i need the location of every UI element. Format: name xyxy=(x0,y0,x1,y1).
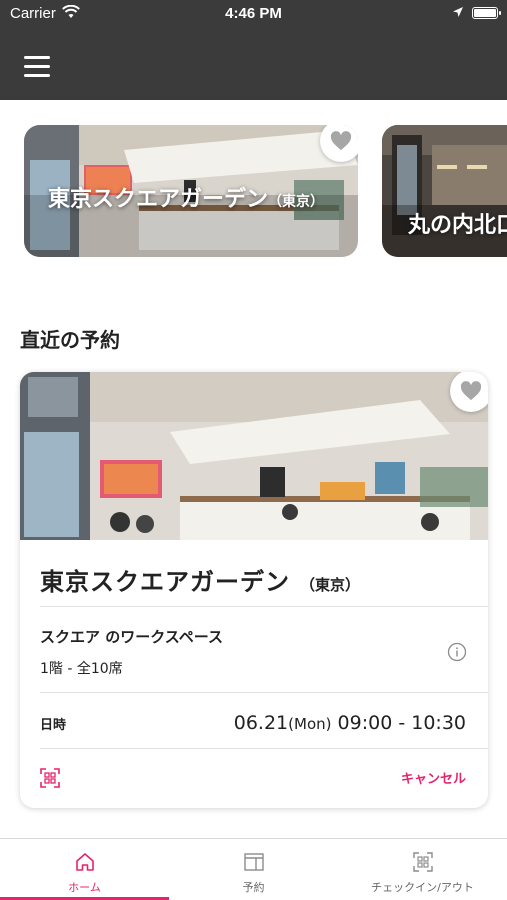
featured-card-title: 丸の内北口 xyxy=(408,213,507,238)
venue-photo xyxy=(20,372,488,540)
reservation-time: 09:00 - 10:30 xyxy=(337,712,466,734)
clock: 4:46 PM xyxy=(225,5,282,22)
recent-reservations-heading: 直近の予約 xyxy=(20,328,120,352)
featured-card-area: （東京） xyxy=(268,194,325,210)
cancel-button[interactable]: キャンセル xyxy=(401,768,466,787)
tab-checkin-out[interactable]: チェックイン/アウト xyxy=(338,839,507,900)
reservation-datetime: 06.21(Mon) 09:00 - 10:30 xyxy=(234,712,466,734)
reservation-weekday: (Mon) xyxy=(288,715,332,733)
heart-icon xyxy=(330,131,352,151)
seat-info: 1階 - 全10席 xyxy=(40,661,123,677)
workspace-name: スクエア のワークスペース xyxy=(40,628,223,646)
divider xyxy=(40,692,488,693)
qr-code-icon[interactable] xyxy=(40,768,60,788)
menu-icon[interactable] xyxy=(24,56,50,78)
location-arrow-icon xyxy=(453,7,463,17)
reservation-card[interactable]: 東京スクエアガーデン （東京） スクエア のワークスペース 1階 - 全10席 日… xyxy=(20,372,488,808)
featured-card-name: 東京スクエアガーデン xyxy=(48,187,269,212)
reservation-venue-title: 東京スクエアガーデン （東京） xyxy=(40,562,360,597)
reservation-venue-area: （東京） xyxy=(300,576,361,594)
home-icon xyxy=(76,853,94,871)
info-icon[interactable] xyxy=(447,642,467,662)
navigation-bar xyxy=(0,28,507,100)
tab-home[interactable]: ホーム xyxy=(0,839,169,900)
divider xyxy=(40,748,488,749)
reservation-venue-name: 東京スクエアガーデン xyxy=(40,568,290,596)
reservation-date: 06.21 xyxy=(233,712,289,734)
qr-scan-icon xyxy=(413,852,433,872)
datetime-label: 日時 xyxy=(40,718,67,733)
tab-checkin-out-label: チェックイン/アウト xyxy=(371,881,474,894)
tab-bar: ホーム 予約 チェックイン/アウト xyxy=(0,838,507,900)
tab-home-label: ホーム xyxy=(68,881,101,894)
featured-carousel[interactable]: 東京スクエアガーデン（東京） 丸の内北口 xyxy=(0,100,507,280)
featured-card-tokyo-square-garden[interactable]: 東京スクエアガーデン（東京） xyxy=(24,125,358,257)
tab-reservation[interactable]: 予約 xyxy=(169,839,338,900)
tab-reservation-label: 予約 xyxy=(242,881,265,894)
battery-icon xyxy=(472,7,501,19)
heart-icon xyxy=(460,381,482,401)
divider xyxy=(40,606,488,607)
favorite-button[interactable] xyxy=(450,372,488,412)
status-bar: Carrier 4:46 PM xyxy=(0,0,507,28)
reservation-icon xyxy=(244,853,264,871)
featured-card-marunouchi[interactable]: 丸の内北口 xyxy=(382,125,507,257)
featured-card-title: 東京スクエアガーデン（東京） xyxy=(48,185,348,217)
